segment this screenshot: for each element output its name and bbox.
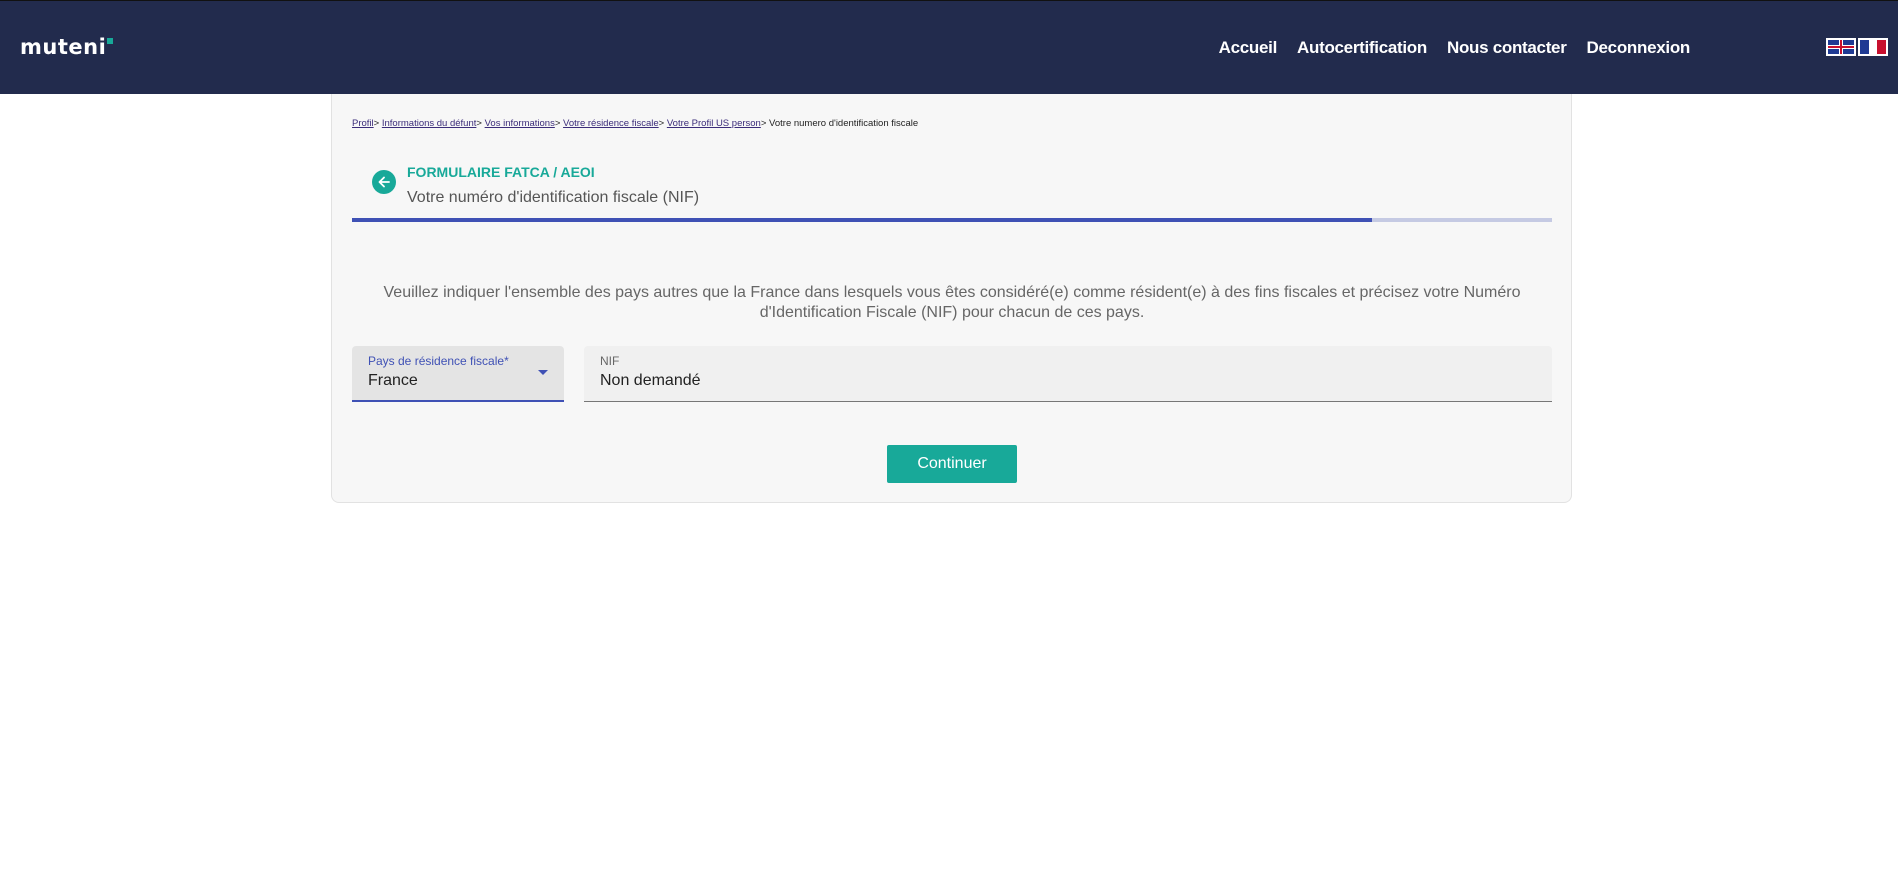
main-nav: Accueil Autocertification Nous contacter…: [1219, 38, 1691, 58]
breadcrumb-separator: >: [760, 118, 767, 129]
breadcrumb-separator: >: [658, 118, 665, 129]
nif-field[interactable]: NIF Non demandé: [584, 346, 1552, 402]
country-label: Pays de résidence fiscale*: [368, 354, 509, 368]
form-title: FORMULAIRE FATCA / AEOI: [407, 164, 595, 180]
uk-flag-icon[interactable]: [1826, 38, 1856, 56]
top-navbar: muteni Accueil Autocertification Nous co…: [0, 0, 1898, 94]
breadcrumb-profil-us-person[interactable]: Votre Profil US person: [667, 118, 761, 129]
arrow-left-icon: [378, 176, 390, 188]
logo-text: muteni: [20, 35, 107, 59]
breadcrumb-current: Votre numero d'identification fiscale: [769, 118, 919, 129]
continue-button[interactable]: Continuer: [887, 445, 1017, 483]
breadcrumb-residence-fiscale[interactable]: Votre résidence fiscale: [563, 118, 659, 129]
nif-label: NIF: [600, 354, 620, 368]
country-value: France: [368, 372, 418, 389]
form-subtitle: Votre numéro d'identification fiscale (N…: [407, 189, 700, 206]
nav-nous-contacter[interactable]: Nous contacter: [1447, 38, 1567, 58]
fr-flag-icon[interactable]: [1858, 38, 1888, 56]
breadcrumb-profil[interactable]: Profil: [352, 118, 374, 129]
breadcrumb-separator: >: [476, 118, 482, 129]
nif-value: Non demandé: [600, 372, 701, 389]
progress-bar: [352, 218, 1552, 222]
logo[interactable]: muteni: [20, 35, 114, 59]
logo-dot: [107, 38, 114, 44]
country-select[interactable]: Pays de résidence fiscale* France: [352, 346, 564, 402]
back-button[interactable]: [372, 170, 396, 194]
breadcrumb-separator: >: [373, 118, 380, 129]
form-card: Profil> Informations du défunt> Vos info…: [331, 94, 1572, 503]
breadcrumb-separator: >: [554, 118, 561, 129]
caret-down-icon: [538, 370, 548, 375]
instructions-text: Veuillez indiquer l'ensemble des pays au…: [383, 284, 1521, 321]
progress-fill: [352, 218, 1372, 222]
nav-deconnexion[interactable]: Deconnexion: [1587, 38, 1691, 58]
nav-autocertification[interactable]: Autocertification: [1297, 38, 1427, 58]
breadcrumb: Profil> Informations du défunt> Vos info…: [352, 118, 918, 129]
breadcrumb-vos-informations[interactable]: Vos informations: [485, 118, 555, 129]
language-switcher: [1826, 38, 1888, 56]
breadcrumb-informations-defunt[interactable]: Informations du défunt: [382, 118, 477, 129]
nav-accueil[interactable]: Accueil: [1219, 38, 1278, 58]
